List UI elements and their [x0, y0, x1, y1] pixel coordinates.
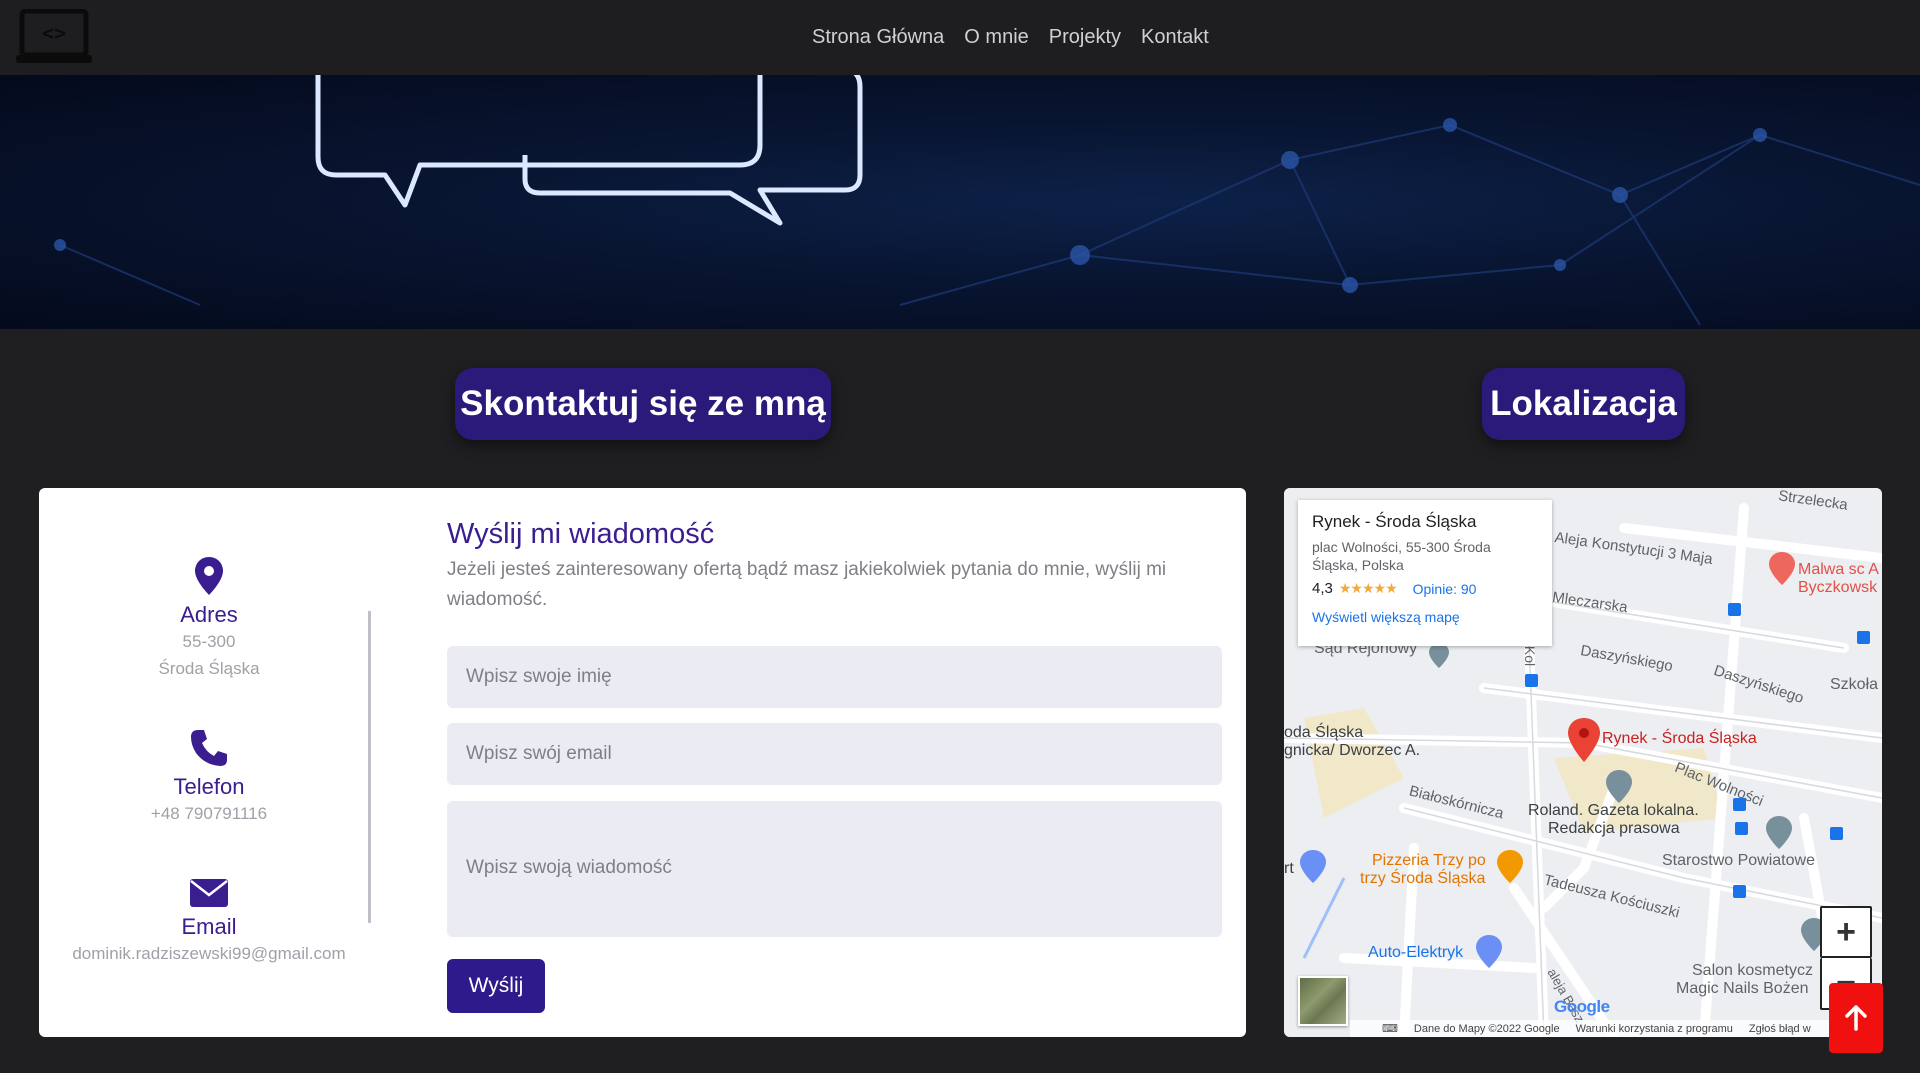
- nav-contact[interactable]: Kontakt: [1141, 26, 1209, 49]
- chat-bubbles-illustration: [54, 75, 1920, 326]
- contact-card: Adres 55-300 Środa Śląska Telefon +48 79…: [39, 488, 1246, 1037]
- contact-section-title: Skontaktuj się ze mną: [455, 368, 831, 440]
- email-input[interactable]: [447, 723, 1222, 785]
- map-label-srodaslaska: oda Śląska: [1284, 724, 1364, 741]
- laptop-code-icon[interactable]: <>: [14, 9, 94, 65]
- map-data-credit: Dane do Mapy ©2022 Google: [1413, 1022, 1560, 1035]
- reviews-link[interactable]: Opinie: 90: [1413, 581, 1477, 597]
- map-label-byczkowski: Byczkowsk: [1798, 579, 1878, 596]
- map-label-szkola: Szkoła: [1830, 676, 1879, 693]
- map-terms-link[interactable]: Warunki korzystania z programu: [1576, 1023, 1733, 1035]
- email-value[interactable]: dominik.radziszewski99@gmail.com: [39, 940, 379, 967]
- place-name: Rynek - Środa Śląska: [1312, 512, 1477, 531]
- google-logo: Google: [1554, 997, 1610, 1017]
- navbar: <> Strona Główna O mnie Projekty Kontakt: [0, 0, 1920, 75]
- phone-icon: [191, 730, 227, 766]
- rating-value: 4,3: [1312, 580, 1333, 597]
- map-footer: ⌨ Dane do Mapy ©2022 Google Warunki korz…: [1350, 1020, 1882, 1037]
- rating-stars-icon: ★★★★★: [1338, 580, 1398, 596]
- email-title: Email: [181, 914, 237, 939]
- name-input[interactable]: [447, 646, 1222, 708]
- send-button[interactable]: Wyślij: [447, 959, 545, 1013]
- phone-title: Telefon: [173, 774, 245, 799]
- keyboard-icon[interactable]: ⌨: [1382, 1022, 1398, 1035]
- map-label-pizzeria1: Pizzeria Trzy po: [1372, 852, 1486, 869]
- message-textarea[interactable]: [447, 801, 1222, 937]
- contact-form: Wyślij mi wiadomość Jeżeli jesteś zainte…: [447, 518, 1222, 1013]
- map-label-pizzeria2: trzy Środa Śląska: [1360, 870, 1486, 887]
- nav-projects[interactable]: Projekty: [1049, 26, 1121, 49]
- address-title: Adres: [180, 602, 238, 627]
- view-larger-map-link[interactable]: Wyświetl większą mapę: [1312, 609, 1538, 625]
- map-label-salon1: Salon kosmetycz: [1692, 962, 1813, 979]
- envelope-icon: [190, 879, 228, 907]
- arrow-up-icon: [1845, 1005, 1867, 1031]
- main-nav: Strona Główna O mnie Projekty Kontakt: [812, 26, 1209, 49]
- map-label-legnicka: gnicka/ Dworzec A.: [1284, 742, 1421, 759]
- satellite-toggle[interactable]: [1298, 976, 1348, 1026]
- map-pin-icon: [195, 557, 223, 595]
- phone-block: Telefon +48 790791116: [39, 728, 379, 827]
- map-label-roland2: Redakcja prasowa: [1548, 820, 1680, 837]
- scroll-top-button[interactable]: [1829, 983, 1883, 1053]
- map-label-salon2: Magic Nails Bożen: [1676, 980, 1809, 997]
- map-label-autoelektryk: Auto-Elektryk: [1368, 944, 1464, 961]
- map-label-rt: rt: [1284, 860, 1294, 877]
- map-label-starostwo: Starostwo Powiatowe: [1662, 852, 1815, 869]
- map-label-malwa: Malwa sc A: [1798, 561, 1879, 578]
- hero-banner: [0, 75, 1920, 329]
- map-label-rynek-pin[interactable]: Rynek - Środa Śląska: [1602, 730, 1757, 748]
- address-line1: 55-300: [182, 632, 236, 651]
- place-address: plac Wolności, 55-300 Środa Śląska, Pols…: [1312, 539, 1491, 573]
- location-section-title: Lokalizacja: [1482, 368, 1685, 440]
- phone-value[interactable]: +48 790791116: [39, 800, 379, 827]
- map-label-kol: Kol: [1522, 645, 1539, 667]
- address-block: Adres 55-300 Środa Śląska: [39, 556, 379, 682]
- google-logo-text: Google: [1554, 997, 1610, 1016]
- google-map[interactable]: Strzelecka Aleja Konstytucji 3 Maja Malw…: [1284, 488, 1882, 1037]
- map-label-roland1: Roland. Gazeta lokalna.: [1528, 802, 1699, 819]
- vertical-divider: [368, 611, 371, 923]
- contact-info: Adres 55-300 Środa Śląska Telefon +48 79…: [39, 488, 379, 1037]
- map-report-link[interactable]: Zgłoś błąd w: [1749, 1023, 1811, 1035]
- svg-text:<>: <>: [42, 21, 66, 45]
- email-block: Email dominik.radziszewski99@gmail.com: [39, 878, 379, 967]
- nav-home[interactable]: Strona Główna: [812, 26, 944, 49]
- place-rating: 4,3 ★★★★★ Opinie: 90: [1312, 580, 1538, 597]
- zoom-in-button[interactable]: +: [1820, 906, 1872, 958]
- form-title: Wyślij mi wiadomość: [447, 518, 715, 550]
- nav-about[interactable]: O mnie: [964, 26, 1028, 49]
- place-info-card: Rynek - Środa Śląska plac Wolności, 55-3…: [1298, 500, 1552, 646]
- form-description: Jeżeli jesteś zainteresowany ofertą bądź…: [447, 559, 1167, 610]
- address-line2: Środa Śląska: [158, 659, 260, 678]
